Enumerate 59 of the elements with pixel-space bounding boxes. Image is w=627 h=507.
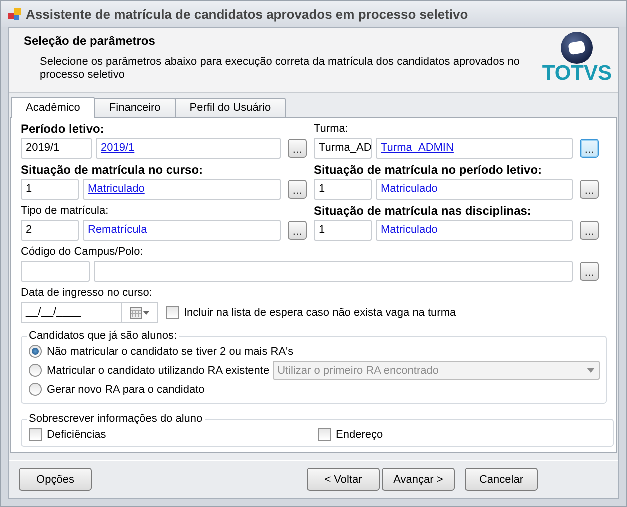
footer-button[interactable]: Opções <box>19 468 92 491</box>
description-field[interactable]: Turma_ADMIN <box>376 138 573 159</box>
description-field[interactable]: Matriculado <box>376 220 573 241</box>
logo-sphere-icon <box>561 32 594 64</box>
description-field[interactable] <box>94 261 573 282</box>
code-field[interactable] <box>21 261 90 282</box>
field-label: Turma: <box>314 122 350 137</box>
checkbox-label: Deficiências <box>47 428 106 440</box>
description-field[interactable]: 2019/1 <box>96 138 281 159</box>
checkbox-label: Incluir na lista de espera caso não exista vaga na turma <box>184 306 456 318</box>
lookup-button[interactable]: ... <box>580 221 599 240</box>
lookup-button[interactable]: ... <box>580 262 599 281</box>
dropdown-arrow-icon <box>586 368 595 373</box>
checkbox[interactable] <box>166 306 179 319</box>
field-label: Período letivo: <box>21 122 106 137</box>
header-title: Seleção de parâmetros <box>24 34 156 48</box>
field-label: Situação de matrícula nas disciplinas: <box>314 204 532 219</box>
field-label: Código do Campus/Polo: <box>21 245 144 260</box>
checkbox-label: Endereço <box>336 428 384 440</box>
field-label: Situação de matrícula no curso: <box>21 163 204 178</box>
code-field[interactable]: 2019/1 <box>21 138 92 159</box>
lookup-button[interactable]: ... <box>288 221 307 240</box>
radio-label: Gerar novo RA para o candidato <box>47 384 205 396</box>
radio-label: Matricular o candidato utilizando RA existente <box>47 364 270 376</box>
radio-button[interactable] <box>29 364 42 377</box>
checkbox[interactable] <box>318 428 331 441</box>
field-label: Tipo de matrícula: <box>21 204 110 219</box>
field-label: Situação de matrícula no período letivo: <box>314 163 544 178</box>
code-field[interactable]: Turma_AD <box>314 138 372 159</box>
app-icon <box>8 8 21 20</box>
lookup-button[interactable]: ... <box>580 180 599 199</box>
dropdown-value: Utilizar o primeiro RA encontrado <box>278 364 439 376</box>
radio-button[interactable] <box>29 383 42 396</box>
code-field[interactable]: 1 <box>314 220 372 241</box>
window-title: Assistente de matrícula de candidatos aprovados em processo seletivo <box>26 6 468 22</box>
footer-button[interactable]: < Voltar <box>307 468 380 491</box>
code-field[interactable]: 2 <box>21 220 79 241</box>
lookup-button[interactable]: ... <box>288 180 307 199</box>
footer-button[interactable]: Avançar > <box>382 468 455 491</box>
checkbox[interactable] <box>29 428 42 441</box>
date-field[interactable]: __/__/____ <box>21 302 158 323</box>
lookup-button[interactable]: ... <box>580 139 599 158</box>
radio-button[interactable] <box>29 345 42 358</box>
lookup-button[interactable]: ... <box>288 139 307 158</box>
radio-label: Não matricular o candidato se tiver 2 ou mais RA's <box>47 346 294 358</box>
tab[interactable]: Acadêmico <box>11 97 96 118</box>
code-field[interactable]: 1 <box>314 179 372 200</box>
field-label: Data de ingresso no curso: <box>21 287 154 301</box>
calendar-icon[interactable] <box>130 306 150 318</box>
description-field[interactable]: Rematrícula <box>83 220 281 241</box>
tab[interactable]: Perfil do Usuário <box>174 98 286 117</box>
description-field[interactable]: Matriculado <box>376 179 573 200</box>
group-title: Candidatos que já são alunos: <box>28 330 178 342</box>
group-title: Sobrescrever informações do aluno <box>28 413 204 425</box>
description-field[interactable]: Matriculado <box>83 179 281 200</box>
header-description: Selecione os parâmetros abaixo para execução correta da matrícula dos candidatos aprovados no processo seletivo <box>40 56 520 82</box>
footer-button[interactable]: Cancelar <box>465 468 538 491</box>
logo-text: TOTVS <box>542 64 612 84</box>
code-field[interactable]: 1 <box>21 179 79 200</box>
